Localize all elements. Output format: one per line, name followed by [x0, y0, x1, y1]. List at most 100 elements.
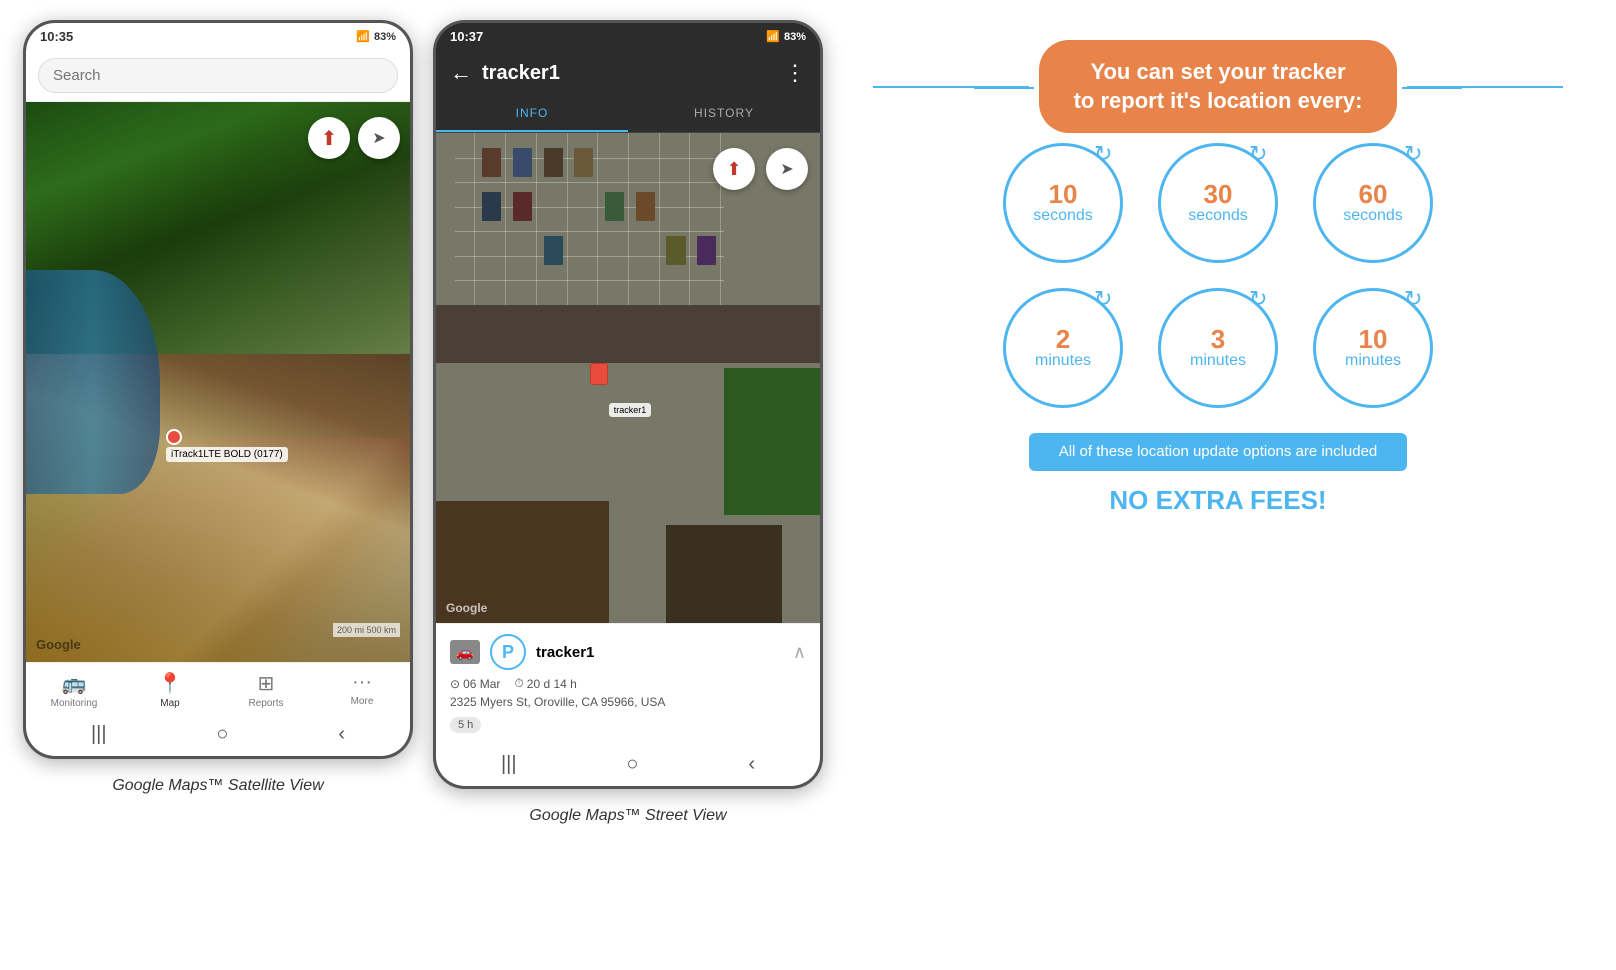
satellite-phone-wrapper: 10:35 📶 83% ⬆ — [23, 20, 413, 795]
tab-history[interactable]: HISTORY — [628, 96, 820, 132]
scale-bar-map: 200 mi 500 km — [333, 623, 400, 637]
signal-icon: 📶 — [356, 30, 370, 43]
satellite-phone: 10:35 📶 83% ⬆ — [23, 20, 413, 759]
nav-reports[interactable]: ⊞ Reports — [236, 671, 296, 709]
circles-row-2: 2 minutes 3 minutes 10 minutes — [1003, 288, 1433, 408]
google-watermark-tracker: Google — [446, 601, 487, 615]
headline-text: You can set your tracker to report it's … — [1074, 58, 1363, 115]
tracker-address: 2325 Myers St, Oroville, CA 95966, USA — [450, 695, 806, 709]
monitoring-icon: 🚌 — [62, 671, 87, 696]
tab-info[interactable]: INFO — [436, 96, 628, 132]
circle-60s-unit: seconds — [1343, 207, 1403, 225]
google-watermark-map: Google — [36, 637, 81, 652]
home-btn-2[interactable]: ○ — [626, 753, 638, 776]
phone-controls-map: ||| ○ ‹ — [26, 713, 410, 756]
satellite-phone-label: Google Maps™ Satellite View — [112, 777, 323, 795]
satellite-map-background: ⬆ ➤ iTrack1LTE BOLD (0177) Google 200 mi — [26, 102, 410, 662]
nav-map-label: Map — [160, 698, 179, 709]
nav-reports-label: Reports — [248, 698, 283, 709]
status-icons-map: 📶 83% — [356, 29, 396, 44]
tracker-callout: tracker1 — [609, 403, 652, 417]
circle-2m-number: 2 — [1056, 326, 1070, 352]
tracker-avatar: P — [490, 634, 526, 670]
circle-60s-number: 60 — [1359, 181, 1388, 207]
time-tracker: 10:37 — [450, 29, 483, 44]
circle-3m: 3 minutes — [1158, 288, 1278, 408]
circle-60s: 60 seconds — [1313, 143, 1433, 263]
battery-map: 83% — [374, 31, 396, 43]
location-btn-map[interactable]: ➤ — [358, 117, 400, 159]
no-fees-text: NO EXTRA FEES! — [1109, 485, 1326, 516]
status-bar-tracker: 10:37 📶 83% — [436, 23, 820, 50]
bottom-nav-map: 🚌 Monitoring 📍 Map ⊞ Reports ··· More — [26, 662, 410, 713]
status-bar-map: 10:35 📶 83% — [26, 23, 410, 50]
home-btn[interactable]: ○ — [216, 723, 228, 746]
circle-10m: 10 minutes — [1313, 288, 1433, 408]
signal-icon-tracker: 📶 — [766, 30, 780, 43]
satellite-map-area: ⬆ ➤ iTrack1LTE BOLD (0177) Google 200 mi — [26, 102, 410, 662]
parking-lot-bg: tracker1 ⬆ ➤ Google — [436, 133, 820, 623]
map-icon: 📍 — [158, 671, 183, 696]
tracker-phone-wrapper: 10:37 📶 83% ← tracker1 ⋮ INFO HISTORY — [433, 20, 823, 825]
nav-more[interactable]: ··· More — [332, 671, 392, 709]
circle-10s-unit: seconds — [1033, 207, 1093, 225]
clock-icon: ⊙ — [450, 677, 460, 691]
tracker-phone: 10:37 📶 83% ← tracker1 ⋮ INFO HISTORY — [433, 20, 823, 789]
included-box: All of these location update options are… — [1029, 433, 1408, 471]
back-arrow[interactable]: ← — [450, 60, 472, 86]
nav-more-label: More — [351, 696, 374, 707]
timer-icon: ⏱ — [514, 676, 523, 691]
nav-monitoring-label: Monitoring — [51, 698, 98, 709]
circles-row-1: 10 seconds 30 seconds 60 seconds — [1003, 143, 1433, 263]
meta-date: ⊙ 06 Mar — [450, 676, 500, 691]
car-marker — [590, 363, 608, 385]
reports-icon: ⊞ — [258, 671, 275, 696]
location-btn-tracker[interactable]: ➤ — [766, 148, 808, 190]
circle-30s-number: 30 — [1204, 181, 1233, 207]
tracker-menu-btn[interactable]: ⋮ — [784, 60, 806, 86]
time-map: 10:35 — [40, 29, 73, 44]
back-btn-2[interactable]: ‹ — [748, 753, 755, 776]
tracker-device-name: tracker1 — [536, 644, 783, 661]
tracker-header: ← tracker1 ⋮ — [436, 50, 820, 96]
recent-apps-btn-2[interactable]: ||| — [501, 753, 517, 776]
map-marker: iTrack1LTE BOLD (0177) — [166, 429, 288, 462]
time-badge: 5 h — [450, 717, 481, 733]
circle-10s: 10 seconds — [1003, 143, 1123, 263]
tracker-title: tracker1 — [482, 62, 774, 85]
circle-10m-unit: minutes — [1345, 352, 1401, 370]
aerial-map-area: tracker1 ⬆ ➤ Google — [436, 133, 820, 623]
included-text: All of these location update options are… — [1059, 443, 1378, 460]
back-btn[interactable]: ‹ — [338, 723, 345, 746]
circle-3m-unit: minutes — [1190, 352, 1246, 370]
circle-10s-number: 10 — [1049, 181, 1078, 207]
search-input[interactable] — [38, 58, 398, 93]
meta-date-value: 06 Mar — [463, 677, 500, 691]
tracker-tabs: INFO HISTORY — [436, 96, 820, 133]
circle-2m-unit: minutes — [1035, 352, 1091, 370]
tracker-info-panel: 🚗 P tracker1 ∧ ⊙ 06 Mar ⏱ 20 d 14 h 2325… — [436, 623, 820, 743]
marker-label: iTrack1LTE BOLD (0177) — [166, 447, 288, 462]
marker-dot — [166, 429, 182, 445]
nav-monitoring[interactable]: 🚌 Monitoring — [44, 671, 104, 709]
headline-box: You can set your tracker to report it's … — [1039, 40, 1398, 133]
nav-map[interactable]: 📍 Map — [140, 671, 200, 709]
tracker-meta: ⊙ 06 Mar ⏱ 20 d 14 h — [450, 676, 806, 691]
recent-apps-btn[interactable]: ||| — [91, 723, 107, 746]
meta-duration: ⏱ 20 d 14 h — [514, 676, 576, 691]
tracker-info-row: 🚗 P tracker1 ∧ — [450, 634, 806, 670]
search-bar — [26, 50, 410, 102]
battery-tracker: 83% — [784, 31, 806, 43]
circle-3m-number: 3 — [1211, 326, 1225, 352]
chevron-up-icon: ∧ — [793, 642, 806, 663]
phone-controls-tracker: ||| ○ ‹ — [436, 743, 820, 786]
circle-2m: 2 minutes — [1003, 288, 1123, 408]
compass-btn-tracker[interactable]: ⬆ — [713, 148, 755, 190]
meta-duration-value: 20 d 14 h — [527, 677, 577, 691]
compass-btn-map[interactable]: ⬆ — [308, 117, 350, 159]
tracker-car-icon: 🚗 — [450, 640, 480, 664]
circle-10m-number: 10 — [1359, 326, 1388, 352]
status-icons-tracker: 📶 83% — [766, 29, 806, 44]
info-graphic: You can set your tracker to report it's … — [843, 20, 1593, 536]
tracker-phone-label: Google Maps™ Street View — [529, 807, 726, 825]
